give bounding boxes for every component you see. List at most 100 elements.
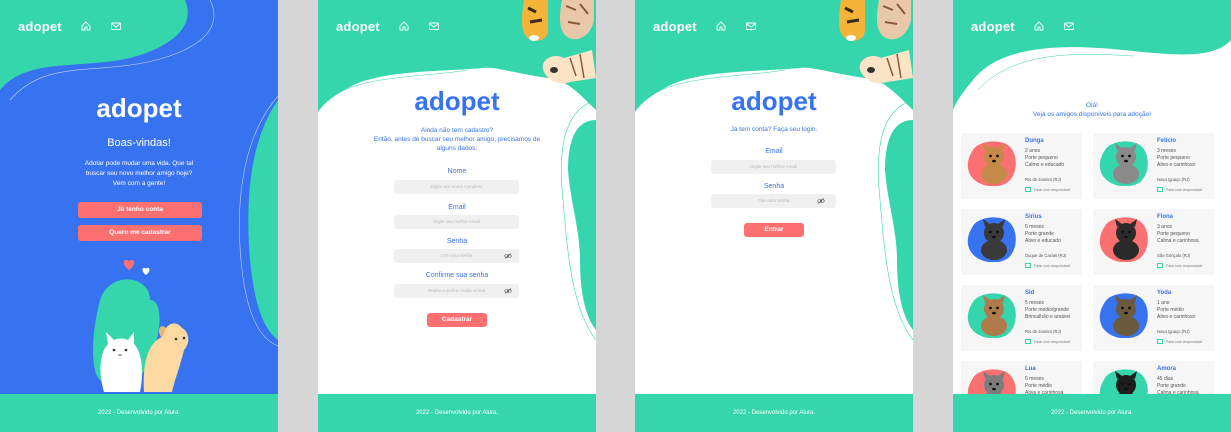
login-button[interactable]: Já tenho conta bbox=[78, 202, 202, 218]
pet-temperament: Calma e carinhosa bbox=[1157, 238, 1199, 244]
message-icon bbox=[1025, 187, 1031, 192]
footer: 2022 - Desenvolvido por Alura. bbox=[953, 394, 1231, 432]
paws-illustration bbox=[522, 0, 596, 84]
pet-location: Nova Iguaçu (RJ) bbox=[1157, 329, 1190, 334]
brand-logo[interactable]: adopet bbox=[18, 19, 62, 34]
confirm-password-field[interactable]: Repita a senha criada acima bbox=[394, 284, 519, 298]
pet-size: Porte médio bbox=[1157, 307, 1184, 313]
signup-intro: Ainda não tem cadastro? Então, antes de … bbox=[338, 126, 576, 153]
intro-line: Ainda não tem cadastro? bbox=[420, 127, 494, 134]
email-field[interactable]: Digite seu melhor email bbox=[394, 215, 519, 229]
pet-location: Duque de Caxias (RJ) bbox=[1025, 253, 1067, 258]
pet-age: 2 anos bbox=[1025, 148, 1041, 154]
pet-age: 3 anos bbox=[1157, 224, 1173, 230]
pet-age: 45 dias bbox=[1157, 376, 1174, 382]
welcome-title: Boas-vindas! bbox=[107, 137, 171, 149]
signup-submit-button[interactable]: Cadastrar bbox=[427, 313, 487, 327]
brand-logo-large: adopet bbox=[731, 86, 817, 116]
confirm-password-label: Confirme sua senha bbox=[425, 272, 489, 279]
contact-owner-label: Falar com responsável bbox=[1166, 339, 1203, 344]
pet-card[interactable]: Yoda 1 ano Porte médio Ativo e carinhoso Nov… bbox=[1093, 285, 1214, 351]
signup-screen: adopet adopet Ainda não tem cadastro? En… bbox=[318, 0, 596, 432]
pet-photo bbox=[981, 219, 1007, 260]
pet-name: Felício bbox=[1157, 138, 1177, 144]
contact-owner-link[interactable]: Falar com responsável bbox=[1157, 339, 1202, 344]
brand-logo-large: adopet bbox=[96, 93, 182, 123]
home-icon[interactable] bbox=[80, 20, 92, 32]
hearts-icon bbox=[123, 259, 150, 275]
contact-owner-label: Falar com responsável bbox=[1166, 187, 1203, 192]
brand-logo[interactable]: adopet bbox=[653, 19, 697, 34]
pet-size: Porte grande bbox=[1025, 231, 1054, 237]
greeting-subtitle: Veja os amigos disponíveis para adoção! bbox=[1032, 111, 1152, 118]
password-field[interactable]: Crie uma senha bbox=[394, 249, 519, 263]
pet-age: 1 ano bbox=[1157, 300, 1170, 306]
contact-owner-label: Falar com responsável bbox=[1034, 187, 1071, 192]
pet-temperament: Calmo e educado bbox=[1025, 162, 1065, 168]
message-icon[interactable] bbox=[110, 20, 122, 32]
footer: 2022 - Desenvolvido por Alura. bbox=[318, 394, 596, 432]
contact-owner-link[interactable]: Falar com responsável bbox=[1157, 187, 1202, 192]
email-field[interactable]: Digite seu melhor email bbox=[711, 160, 836, 174]
signup-button[interactable]: Quero me cadastrar bbox=[78, 225, 202, 241]
brand-logo[interactable]: adopet bbox=[971, 19, 1015, 34]
top-nav: adopet bbox=[336, 18, 440, 34]
contact-owner-link[interactable]: Falar com responsável bbox=[1025, 339, 1070, 344]
contact-owner-link[interactable]: Falar com responsável bbox=[1025, 187, 1070, 192]
pet-temperament: Ativo e carinhoso bbox=[1157, 314, 1196, 320]
password-label: Senha bbox=[446, 238, 468, 245]
home-icon[interactable] bbox=[1033, 20, 1045, 32]
pet-photo bbox=[1113, 219, 1139, 260]
pet-card[interactable]: Sid 5 meses Porte médio/grande Brincalhão e… bbox=[961, 285, 1082, 351]
footer: 2022 - Desenvolvido por Alura. bbox=[0, 394, 278, 432]
login-submit-button[interactable]: Entrar bbox=[744, 223, 804, 237]
email-label: Email bbox=[448, 204, 466, 211]
pet-location: São Gonçalo (RJ) bbox=[1157, 253, 1191, 258]
pet-age: 6 meses bbox=[1025, 224, 1044, 230]
contact-owner-link[interactable]: Falar com responsável bbox=[1157, 263, 1202, 268]
welcome-screen: adopet adopet Boas-vindas! Adotar pode m… bbox=[0, 0, 278, 432]
pet-card[interactable]: Sirius 6 meses Porte grande Ativo e educado… bbox=[961, 209, 1082, 275]
home-screen: adopet Olá! Veja os amigos disponíveis p… bbox=[953, 0, 1231, 432]
login-screen: adopet adopet Já tem conta? Faça seu log… bbox=[635, 0, 913, 432]
name-label: Nome bbox=[447, 168, 467, 175]
contact-owner-label: Falar com responsável bbox=[1166, 263, 1203, 268]
pet-temperament: Brincalhão e amável bbox=[1025, 314, 1071, 320]
pet-name: Sirius bbox=[1025, 214, 1042, 220]
message-icon[interactable] bbox=[428, 20, 440, 32]
brand-logo[interactable]: adopet bbox=[336, 19, 380, 34]
home-icon[interactable] bbox=[398, 20, 410, 32]
pet-name: Yoda bbox=[1157, 290, 1172, 296]
message-icon bbox=[1157, 263, 1163, 268]
welcome-text-line: Adotar pode mudar uma vida. Que tal bbox=[84, 160, 194, 167]
pet-size: Porte pequeno bbox=[1025, 155, 1058, 161]
pet-photo bbox=[1113, 143, 1139, 184]
pet-card[interactable]: Felício 3 meses Porte pequeno Ativo e carin… bbox=[1093, 133, 1214, 199]
message-icon[interactable] bbox=[1063, 20, 1075, 32]
pet-size: Porte médio bbox=[1025, 383, 1052, 389]
intro-line: alguns dados: bbox=[436, 145, 478, 152]
pet-photo bbox=[1113, 295, 1139, 336]
message-icon bbox=[1157, 339, 1163, 344]
user-avatar-icon[interactable] bbox=[1195, 16, 1213, 34]
message-icon[interactable] bbox=[745, 20, 757, 32]
contact-owner-link[interactable]: Falar com responsável bbox=[1025, 263, 1070, 268]
home-greeting: Olá! Veja os amigos disponíveis para ado… bbox=[973, 101, 1211, 119]
email-label: Email bbox=[765, 148, 783, 155]
hide-password-icon[interactable] bbox=[504, 288, 512, 294]
pet-card[interactable]: Fiona 3 anos Porte pequeno Calma e carinhos… bbox=[1093, 209, 1214, 275]
pet-age: 5 meses bbox=[1025, 300, 1044, 306]
pet-location: Nova Iguaçu (RJ) bbox=[1157, 177, 1190, 182]
name-field[interactable]: Digite seu nome completo bbox=[394, 180, 519, 194]
pet-age: 6 meses bbox=[1025, 376, 1044, 382]
password-label: Senha bbox=[763, 183, 785, 190]
pet-card[interactable]: Dunga 2 anos Porte pequeno Calmo e educado R… bbox=[961, 133, 1082, 199]
message-icon bbox=[1025, 263, 1031, 268]
contact-owner-label: Falar com responsável bbox=[1034, 339, 1071, 344]
hide-password-icon[interactable] bbox=[504, 253, 512, 259]
hide-password-icon[interactable] bbox=[817, 198, 825, 204]
pet-name: Fiona bbox=[1157, 214, 1173, 220]
footer: 2022 - Desenvolvido por Alura. bbox=[635, 394, 913, 432]
home-icon[interactable] bbox=[715, 20, 727, 32]
greeting-title: Olá! bbox=[1086, 102, 1098, 109]
